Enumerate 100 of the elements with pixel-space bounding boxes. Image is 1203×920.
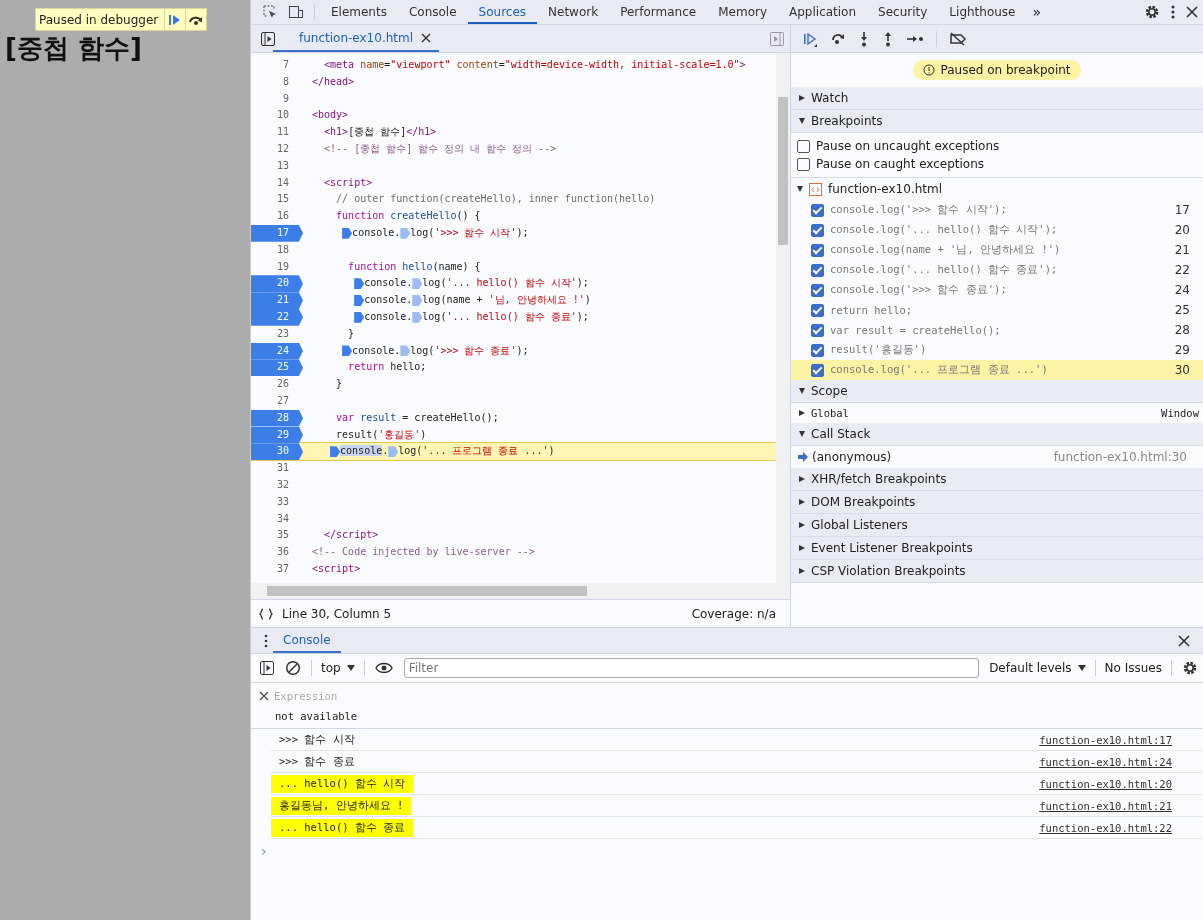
- section-header[interactable]: Global Listeners: [791, 514, 1203, 537]
- console-prompt[interactable]: ›: [251, 839, 1203, 863]
- breakpoint-item[interactable]: console.log('>>> 함수 시작'); 17: [791, 200, 1203, 220]
- section-header[interactable]: Event Listener Breakpoints: [791, 537, 1203, 560]
- line-number[interactable]: 12: [251, 141, 303, 158]
- section-header[interactable]: Watch: [791, 87, 1203, 110]
- breakpoint-marker-icon[interactable]: [342, 345, 353, 357]
- line-number[interactable]: 20: [251, 275, 303, 293]
- breakpoint-item[interactable]: console.log('... 프로그램 종료 ...') 30: [791, 360, 1203, 380]
- panel-tab[interactable]: Console: [397, 0, 468, 24]
- breakpoint-item[interactable]: console.log('... hello() 함수 시작'); 20: [791, 220, 1203, 240]
- line-number[interactable]: 26: [251, 376, 303, 393]
- line-number[interactable]: 27: [251, 392, 303, 410]
- line-number[interactable]: 33: [251, 493, 303, 511]
- expression-field[interactable]: Expression: [274, 690, 474, 702]
- line-number[interactable]: 9: [251, 90, 303, 108]
- tooltip-label: Paused in debugger: [38, 12, 160, 27]
- line-number[interactable]: 23: [251, 325, 303, 343]
- filter-field[interactable]: Filter: [403, 658, 980, 678]
- line-number[interactable]: 15: [251, 191, 303, 209]
- caret-icon[interactable]: [1077, 665, 1086, 671]
- checkbox[interactable]: [811, 203, 824, 217]
- checkbox[interactable]: [811, 303, 824, 317]
- line-number[interactable]: 13: [251, 157, 303, 175]
- line-number[interactable]: 37: [251, 560, 303, 578]
- line-number[interactable]: 31: [251, 460, 303, 477]
- source-link[interactable]: function-ex10.html:21: [1039, 799, 1172, 812]
- code-text: log('>>> 함수 시작');: [410, 225, 529, 240]
- vertical-scrollbar[interactable]: [776, 53, 790, 583]
- panel-tab[interactable]: Application: [778, 0, 868, 24]
- breakpoint-item[interactable]: result('홍길동') 29: [791, 340, 1203, 360]
- breakpoint-marker-icon[interactable]: [342, 227, 353, 239]
- section-header[interactable]: XHR/fetch Breakpoints: [791, 468, 1203, 491]
- panel-tab[interactable]: Security: [867, 0, 939, 24]
- line-number[interactable]: 16: [251, 208, 303, 225]
- line-number[interactable]: 10: [251, 107, 303, 125]
- close-icon[interactable]: [421, 32, 432, 43]
- line-number[interactable]: 28: [251, 409, 303, 427]
- line-number[interactable]: 30: [251, 443, 303, 461]
- line-number[interactable]: 17: [251, 224, 303, 242]
- expression-result: not available: [274, 709, 359, 722]
- checkbox[interactable]: [811, 223, 824, 237]
- code-text: log(name + '님, 안녕하세요 !'): [422, 293, 591, 308]
- checkbox[interactable]: [811, 343, 824, 357]
- line-number[interactable]: 35: [251, 527, 303, 545]
- caret-icon[interactable]: [346, 665, 355, 671]
- line-number[interactable]: 18: [251, 241, 303, 259]
- call-frame[interactable]: (anonymous) function-ex10.html:30: [791, 446, 1203, 468]
- source-link[interactable]: function-ex10.html:22: [1039, 821, 1172, 834]
- panel-tab[interactable]: Memory: [707, 0, 778, 24]
- checkbox[interactable]: [811, 263, 824, 277]
- console-message: >>> 함수 시작: [278, 731, 356, 747]
- panel-tab[interactable]: Elements: [320, 0, 398, 24]
- panel-tab[interactable]: Lighthouse: [938, 0, 1027, 24]
- breakpoint-marker-icon[interactable]: [354, 278, 365, 290]
- console-tab[interactable]: Console: [273, 628, 341, 653]
- checkbox[interactable]: [811, 243, 824, 257]
- panel-tab[interactable]: Network: [537, 0, 610, 24]
- line-number[interactable]: 19: [251, 258, 303, 276]
- breakpoint-item[interactable]: return hello; 25: [791, 300, 1203, 320]
- line-number[interactable]: 7: [251, 57, 303, 74]
- section-header[interactable]: DOM Breakpoints: [791, 491, 1203, 514]
- breakpoint-item[interactable]: console.log('... hello() 함수 종료'); 22: [791, 260, 1203, 280]
- checkbox[interactable]: [797, 157, 810, 171]
- line-number[interactable]: 32: [251, 476, 303, 494]
- line-number[interactable]: 24: [251, 342, 303, 360]
- section-header[interactable]: CSP Violation Breakpoints: [791, 560, 1203, 583]
- section-header[interactable]: Call Stack: [791, 423, 1203, 446]
- line-number[interactable]: 25: [251, 359, 303, 377]
- code-text: log('... hello() 함수 종료');: [422, 309, 589, 324]
- breakpoint-item[interactable]: var result = createHello(); 28: [791, 320, 1203, 340]
- log-levels-dropdown[interactable]: Default levels: [985, 661, 1090, 675]
- more-tabs-button[interactable]: »: [1026, 4, 1048, 20]
- breakpoint-item[interactable]: console.log(name + '님, 안녕하세요 !') 21: [791, 240, 1203, 260]
- section-header[interactable]: Breakpoints: [791, 110, 1203, 133]
- panel-tab[interactable]: Performance: [609, 0, 708, 24]
- issues-button[interactable]: No Issues: [1100, 661, 1166, 675]
- breakpoint-marker-icon[interactable]: [354, 295, 365, 307]
- checkbox[interactable]: [811, 363, 824, 377]
- breakpoint-item[interactable]: console.log('>>> 함수 종료'); 24: [791, 280, 1203, 300]
- breakpoint-marker-icon[interactable]: [354, 311, 365, 323]
- line-number[interactable]: 8: [251, 73, 303, 91]
- code-text: log('... hello() 함수 시작');: [422, 276, 589, 291]
- checkbox[interactable]: [811, 323, 824, 337]
- context-dropdown[interactable]: top: [317, 661, 359, 675]
- source-link[interactable]: function-ex10.html:20: [1039, 777, 1172, 790]
- source-link[interactable]: function-ex10.html:17: [1039, 733, 1172, 746]
- checkbox[interactable]: [797, 139, 810, 153]
- line-number[interactable]: 21: [251, 292, 303, 309]
- line-number[interactable]: 34: [251, 510, 303, 528]
- line-number[interactable]: 11: [251, 124, 303, 141]
- breakpoint-marker-icon[interactable]: [330, 446, 341, 458]
- breakpoint-file-header[interactable]: function-ex10.html: [791, 178, 1203, 200]
- checkbox[interactable]: [811, 283, 824, 297]
- horizontal-scrollbar[interactable]: [251, 583, 790, 599]
- line-number[interactable]: 36: [251, 544, 303, 561]
- line-number[interactable]: 29: [251, 426, 303, 444]
- section-header[interactable]: Scope: [791, 380, 1203, 403]
- line-number[interactable]: 14: [251, 174, 303, 192]
- source-link[interactable]: function-ex10.html:24: [1039, 755, 1172, 768]
